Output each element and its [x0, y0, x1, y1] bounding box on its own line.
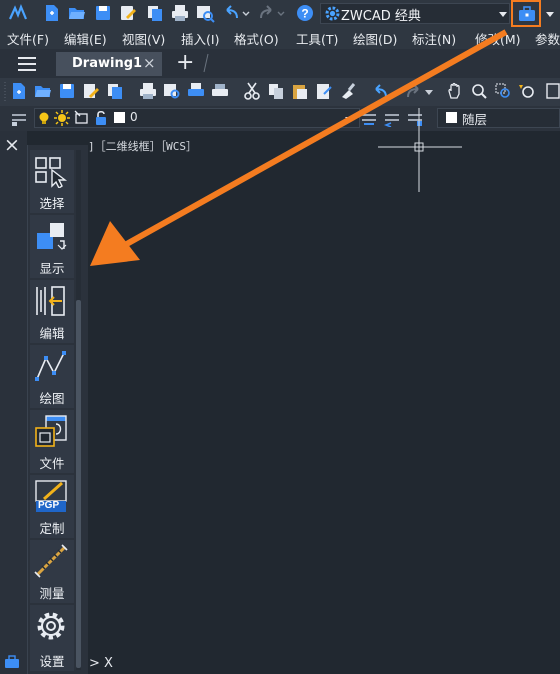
measure-icon [34, 544, 68, 578]
edit-icon [34, 284, 68, 318]
panel-label-select: 选择 [39, 196, 65, 211]
toolbar-grip[interactable] [3, 82, 7, 102]
layer-manager-icon[interactable] [10, 109, 28, 127]
panel-label-edit: 编辑 [39, 326, 65, 341]
hamburger-menu-icon[interactable] [16, 55, 38, 73]
panel-label-customize: 定制 [39, 521, 65, 536]
toolbox-icon[interactable] [4, 654, 20, 670]
panel-scrollbar-thumb[interactable] [76, 300, 81, 668]
display-icon [34, 219, 68, 253]
new-file-icon[interactable] [42, 3, 62, 23]
zoom-previous-icon[interactable] [518, 82, 536, 100]
file-icon [34, 414, 68, 448]
panel-strip [0, 131, 27, 674]
panel-label-display: 显示 [39, 261, 65, 276]
app-logo-icon[interactable] [8, 3, 28, 23]
settings-icon [34, 609, 68, 643]
panel-label-settings: 设置 [39, 654, 65, 669]
pgp-badge: PGP [38, 500, 60, 511]
panel-label-measure: 测量 [39, 586, 65, 601]
toolbar-overflow-icon[interactable] [545, 82, 560, 100]
command-prompt: > X [89, 656, 113, 671]
open-folder-icon[interactable] [67, 3, 87, 23]
lightbulb-icon [37, 111, 51, 125]
select-icon [34, 154, 68, 190]
panel-label-draw: 绘图 [39, 391, 65, 406]
new-file-icon[interactable] [10, 82, 28, 100]
menu-params[interactable]: 参数 [535, 29, 560, 48]
svg-text:?: ? [301, 7, 308, 21]
annotation-arrow [88, 20, 518, 275]
chevron-down-icon[interactable] [545, 8, 555, 18]
menu-file[interactable]: 文件(F) [7, 29, 49, 48]
panel-label-file: 文件 [39, 456, 65, 471]
chevron-down-icon[interactable] [498, 8, 508, 18]
open-folder-icon[interactable] [34, 82, 52, 100]
toolbox-icon [518, 5, 536, 23]
close-panel-icon[interactable]: × [4, 135, 20, 155]
save-icon[interactable] [58, 82, 76, 100]
draw-icon [34, 349, 68, 383]
sun-icon [54, 110, 70, 126]
